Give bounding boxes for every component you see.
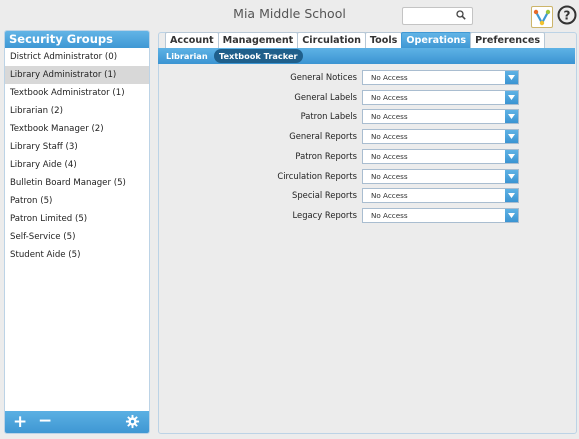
search-input[interactable]	[402, 7, 473, 25]
chevron-down-icon[interactable]	[505, 130, 518, 143]
select-value: No Access	[371, 172, 408, 181]
list-item[interactable]: District Administrator (0)	[5, 48, 149, 66]
general-reports-select[interactable]: No Access	[362, 129, 519, 144]
list-item[interactable]: Librarian (2)	[5, 102, 149, 120]
tab-preferences[interactable]: Preferences	[470, 32, 546, 48]
sidebar-toolbar: + −	[5, 411, 149, 433]
tab-operations[interactable]: Operations	[401, 32, 472, 48]
list-item[interactable]: Textbook Administrator (1)	[5, 84, 149, 102]
list-item[interactable]: Library Staff (3)	[5, 138, 149, 156]
patron-reports-select[interactable]: No Access	[362, 149, 519, 164]
select-value: No Access	[371, 112, 408, 121]
general-reports-label: General Reports	[289, 131, 357, 141]
legacy-reports-label: Legacy Reports	[292, 210, 357, 220]
select-value: No Access	[371, 73, 408, 82]
subtab-librarian[interactable]: Librarian	[161, 49, 213, 63]
general-labels-label: General Labels	[294, 92, 357, 102]
subtab-textbook-tracker[interactable]: Textbook Tracker	[214, 49, 303, 63]
top-bar: Mia Middle School ?	[0, 0, 579, 30]
circulation-reports-label: Circulation Reports	[277, 171, 357, 181]
list-item[interactable]: Library Administrator (1)	[5, 66, 149, 84]
chevron-down-icon[interactable]	[505, 170, 518, 183]
list-item[interactable]: Bulletin Board Manager (5)	[5, 174, 149, 192]
security-groups-panel: Security Groups District Administrator (…	[4, 30, 150, 434]
tab-account[interactable]: Account	[165, 32, 219, 48]
security-groups-title: Security Groups	[5, 31, 149, 48]
patron-reports-label: Patron Reports	[295, 151, 357, 161]
chevron-down-icon[interactable]	[505, 71, 518, 84]
list-item[interactable]: Self-Service (5)	[5, 228, 149, 246]
remove-group-minus-icon[interactable]: −	[38, 411, 52, 431]
help-icon[interactable]: ?	[557, 5, 577, 25]
gear-icon[interactable]	[125, 414, 140, 433]
chevron-down-icon[interactable]	[505, 209, 518, 222]
chevron-down-icon[interactable]	[505, 150, 518, 163]
select-value: No Access	[371, 132, 408, 141]
list-item[interactable]: Textbook Manager (2)	[5, 120, 149, 138]
tab-tools[interactable]: Tools	[364, 32, 403, 48]
general-labels-select[interactable]: No Access	[362, 90, 519, 105]
general-notices-label: General Notices	[290, 72, 357, 82]
svg-text:?: ?	[564, 9, 571, 23]
list-item[interactable]: Library Aide (4)	[5, 156, 149, 174]
list-item[interactable]: Patron (5)	[5, 192, 149, 210]
chevron-down-icon[interactable]	[505, 189, 518, 202]
select-value: No Access	[371, 191, 408, 200]
general-notices-select[interactable]: No Access	[362, 70, 519, 85]
tab-circulation[interactable]: Circulation	[297, 32, 366, 48]
patron-labels-label: Patron Labels	[300, 111, 357, 121]
chevron-down-icon[interactable]	[505, 110, 518, 123]
security-groups-list: District Administrator (0) Library Admin…	[5, 48, 149, 264]
search-icon[interactable]	[456, 10, 466, 20]
legacy-reports-select[interactable]: No Access	[362, 208, 519, 223]
subtab-bar: Librarian Textbook Tracker	[158, 48, 575, 64]
list-item[interactable]: Student Aide (5)	[5, 246, 149, 264]
circulation-reports-select[interactable]: No Access	[362, 169, 519, 184]
select-value: No Access	[371, 93, 408, 102]
special-reports-label: Special Reports	[292, 190, 357, 200]
app-logo-icon[interactable]	[531, 6, 553, 28]
select-value: No Access	[371, 152, 408, 161]
special-reports-select[interactable]: No Access	[362, 188, 519, 203]
tab-management[interactable]: Management	[217, 32, 299, 48]
add-group-plus-icon[interactable]: +	[13, 412, 27, 432]
list-item[interactable]: Patron Limited (5)	[5, 210, 149, 228]
patron-labels-select[interactable]: No Access	[362, 109, 519, 124]
tab-bar: Account Management Circulation Tools Ope…	[165, 32, 546, 48]
select-value: No Access	[371, 211, 408, 220]
chevron-down-icon[interactable]	[505, 91, 518, 104]
school-name: Mia Middle School	[233, 6, 346, 21]
